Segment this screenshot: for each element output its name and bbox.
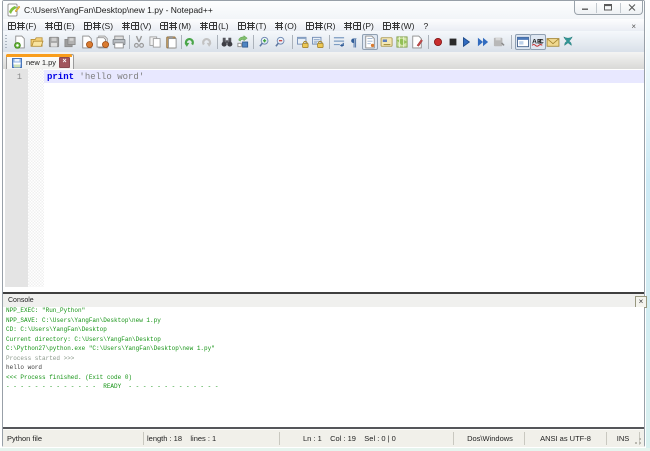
- svg-text:¶: ¶: [351, 35, 357, 49]
